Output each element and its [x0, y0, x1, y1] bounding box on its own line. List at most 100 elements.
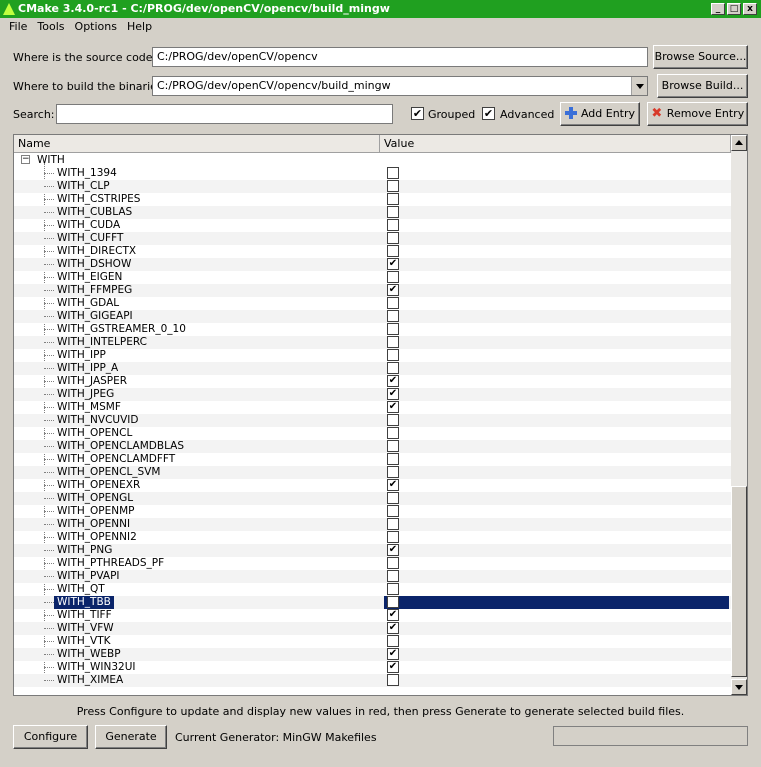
entry-checkbox[interactable]: ✔	[387, 622, 399, 634]
menu-options[interactable]: Options	[70, 18, 122, 36]
table-row[interactable]: WITH_PVAPI	[14, 570, 731, 583]
source-path-input[interactable]: C:/PROG/dev/openCV/opencv	[152, 47, 648, 67]
entry-checkbox[interactable]	[387, 505, 399, 517]
add-entry-button[interactable]: Add Entry	[560, 102, 640, 126]
table-row[interactable]: WITH_IPP	[14, 349, 731, 362]
cache-entries-tree[interactable]: Name Value − WITH WITH_1394 WITH_CLP WITH_…	[13, 134, 748, 696]
group-row-with[interactable]: − WITH	[14, 154, 731, 167]
entry-checkbox[interactable]	[387, 167, 399, 179]
minimize-button[interactable]: _	[711, 3, 725, 15]
table-row[interactable]: WITH_OPENNI2	[14, 531, 731, 544]
entry-checkbox[interactable]: ✔	[387, 284, 399, 296]
collapse-icon[interactable]: −	[21, 155, 30, 164]
table-row[interactable]: WITH_CUDA	[14, 219, 731, 232]
table-row[interactable]: WITH_WEBP ✔	[14, 648, 731, 661]
entry-checkbox[interactable]	[387, 557, 399, 569]
entry-checkbox[interactable]: ✔	[387, 388, 399, 400]
entry-checkbox[interactable]: ✔	[387, 609, 399, 621]
entry-checkbox[interactable]	[387, 310, 399, 322]
entry-checkbox[interactable]: ✔	[387, 401, 399, 413]
table-row[interactable]: WITH_IPP_A	[14, 362, 731, 375]
entry-checkbox[interactable]	[387, 219, 399, 231]
entry-checkbox[interactable]	[387, 453, 399, 465]
table-row[interactable]: WITH_OPENNI	[14, 518, 731, 531]
menu-tools[interactable]: Tools	[32, 18, 69, 36]
maximize-button[interactable]: □	[727, 3, 741, 15]
table-row[interactable]: WITH_QT	[14, 583, 731, 596]
build-path-combobox[interactable]: C:/PROG/dev/openCV/opencv/build_mingw	[152, 76, 648, 96]
entry-checkbox[interactable]	[387, 596, 399, 608]
entry-checkbox[interactable]	[387, 206, 399, 218]
table-row[interactable]: WITH_OPENCLAMDBLAS	[14, 440, 731, 453]
entry-checkbox[interactable]	[387, 349, 399, 361]
browse-build-button[interactable]: Browse Build...	[657, 74, 748, 98]
configure-button[interactable]: Configure	[13, 725, 88, 749]
entry-checkbox[interactable]: ✔	[387, 661, 399, 673]
entry-checkbox[interactable]	[387, 427, 399, 439]
search-input[interactable]	[56, 104, 393, 124]
table-row[interactable]: WITH_GIGEAPI	[14, 310, 731, 323]
table-row[interactable]: WITH_FFMPEG ✔	[14, 284, 731, 297]
entry-checkbox[interactable]: ✔	[387, 258, 399, 270]
table-row[interactable]: WITH_INTELPERC	[14, 336, 731, 349]
table-row[interactable]: WITH_XIMEA	[14, 674, 731, 687]
entry-checkbox[interactable]	[387, 583, 399, 595]
table-row[interactable]: WITH_MSMF ✔	[14, 401, 731, 414]
entry-checkbox[interactable]: ✔	[387, 479, 399, 491]
table-row[interactable]: WITH_CUFFT	[14, 232, 731, 245]
entry-checkbox[interactable]	[387, 297, 399, 309]
table-row[interactable]: WITH_DSHOW ✔	[14, 258, 731, 271]
entry-checkbox[interactable]	[387, 518, 399, 530]
entry-checkbox[interactable]	[387, 336, 399, 348]
table-row[interactable]: WITH_DIRECTX	[14, 245, 731, 258]
menu-file[interactable]: File	[4, 18, 32, 36]
table-row[interactable]: WITH_JASPER ✔	[14, 375, 731, 388]
scroll-down-button[interactable]	[731, 679, 747, 695]
column-header-name[interactable]: Name	[14, 135, 380, 153]
entry-checkbox[interactable]	[387, 492, 399, 504]
table-row[interactable]: WITH_EIGEN	[14, 271, 731, 284]
column-header-value[interactable]: Value	[380, 135, 731, 153]
chevron-down-icon[interactable]	[631, 77, 647, 95]
entry-checkbox[interactable]	[387, 245, 399, 257]
table-row[interactable]: WITH_CLP	[14, 180, 731, 193]
table-row[interactable]: WITH_PNG ✔	[14, 544, 731, 557]
entry-checkbox[interactable]	[387, 414, 399, 426]
menu-help[interactable]: Help	[122, 18, 157, 36]
table-row[interactable]: WITH_WIN32UI ✔	[14, 661, 731, 674]
table-row[interactable]: WITH_GSTREAMER_0_10	[14, 323, 731, 336]
table-row[interactable]: WITH_CSTRIPES	[14, 193, 731, 206]
browse-source-button[interactable]: Browse Source...	[653, 45, 748, 69]
entry-checkbox[interactable]	[387, 232, 399, 244]
close-button[interactable]: x	[743, 3, 757, 15]
table-row[interactable]: WITH_PTHREADS_PF	[14, 557, 731, 570]
entry-checkbox[interactable]	[387, 271, 399, 283]
generate-button[interactable]: Generate	[95, 725, 167, 749]
entry-checkbox[interactable]	[387, 466, 399, 478]
entry-checkbox[interactable]	[387, 531, 399, 543]
advanced-checkbox[interactable]: ✔	[482, 107, 495, 120]
table-row[interactable]: WITH_1394	[14, 167, 731, 180]
table-row[interactable]: WITH_OPENCL_SVM	[14, 466, 731, 479]
table-row[interactable]: WITH_TBB	[14, 596, 731, 609]
table-row[interactable]: WITH_OPENGL	[14, 492, 731, 505]
entry-checkbox[interactable]	[387, 440, 399, 452]
entry-checkbox[interactable]	[387, 180, 399, 192]
table-row[interactable]: WITH_VTK	[14, 635, 731, 648]
entry-checkbox[interactable]	[387, 674, 399, 686]
scroll-thumb[interactable]	[731, 486, 747, 677]
entry-checkbox[interactable]: ✔	[387, 544, 399, 556]
table-row[interactable]: WITH_VFW ✔	[14, 622, 731, 635]
table-row[interactable]: WITH_NVCUVID	[14, 414, 731, 427]
entry-checkbox[interactable]	[387, 193, 399, 205]
entry-checkbox[interactable]	[387, 635, 399, 647]
vertical-scrollbar[interactable]	[731, 135, 747, 695]
table-row[interactable]: WITH_GDAL	[14, 297, 731, 310]
table-row[interactable]: WITH_OPENEXR ✔	[14, 479, 731, 492]
table-row[interactable]: WITH_OPENMP	[14, 505, 731, 518]
remove-entry-button[interactable]: ✖ Remove Entry	[647, 102, 748, 126]
entry-checkbox[interactable]	[387, 323, 399, 335]
entry-checkbox[interactable]: ✔	[387, 375, 399, 387]
entry-checkbox[interactable]	[387, 362, 399, 374]
table-row[interactable]: WITH_CUBLAS	[14, 206, 731, 219]
